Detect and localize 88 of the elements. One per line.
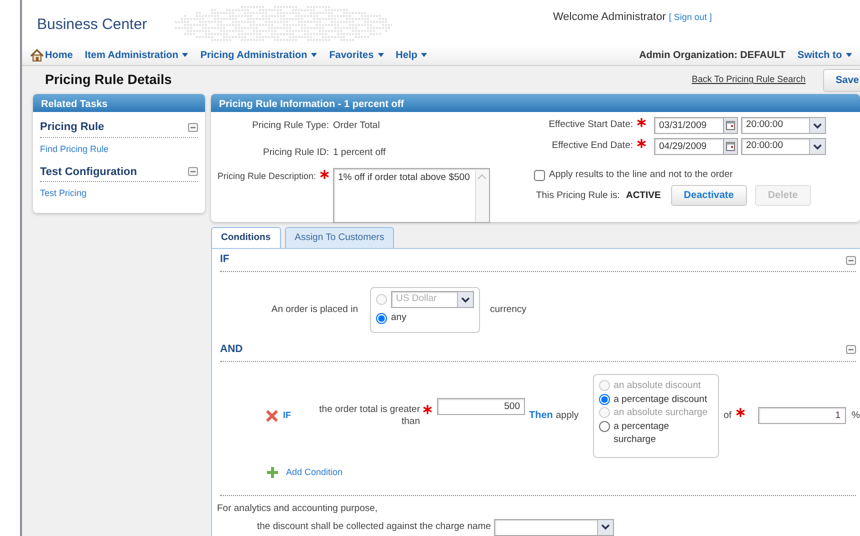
section-title: IF: [220, 252, 230, 268]
charge-text: For analytics and accounting purpose,: [217, 502, 378, 516]
radio-label: an absolute discount: [614, 380, 701, 393]
radio-label: a percentage surcharge: [614, 421, 670, 447]
delete-icon: [266, 410, 278, 422]
task-link[interactable]: Test Pricing: [40, 187, 87, 200]
caret-icon: [846, 53, 852, 57]
radio-button[interactable]: [376, 312, 387, 324]
then-keyword: Then: [529, 409, 553, 424]
scroll-up-icon: [476, 172, 488, 181]
add-condition-link[interactable]: Add Condition: [267, 466, 357, 480]
collapse-icon: [188, 122, 198, 132]
radio-label: any: [391, 311, 406, 325]
tab[interactable]: Conditions: [211, 227, 281, 248]
field-label: Effective End Date:: [552, 139, 633, 154]
if-keyword: IF: [283, 409, 291, 422]
field-value: 1 percent off: [333, 146, 386, 160]
condition-label: the order total is greater than: [318, 404, 420, 428]
nav-menu-item[interactable]: Pricing Administration: [200, 48, 318, 62]
collapse-icon: [846, 256, 856, 265]
charge-text: the discount shall be collected against the charge name: [257, 520, 491, 534]
apply-label: apply: [556, 408, 579, 423]
amount-field[interactable]: 500: [437, 398, 525, 416]
group-title: Test Configuration: [40, 164, 137, 180]
caret-icon: [600, 524, 610, 530]
apply-checkbox[interactable]: [534, 170, 545, 181]
page-title: Pricing Rule Details: [45, 70, 172, 89]
action-button[interactable]: Deactivate: [670, 185, 747, 206]
status-label: This Pricing Rule is:: [536, 188, 620, 203]
charge-name-select[interactable]: [494, 518, 614, 536]
field-label: Effective Start Date:: [548, 118, 633, 132]
field-label: Pricing Rule ID:: [263, 146, 329, 160]
required-icon: [637, 139, 646, 148]
radio-button[interactable]: [598, 421, 610, 432]
nav-menu-item[interactable]: Home: [30, 48, 73, 62]
time-select[interactable]: 20:00:00: [741, 138, 826, 155]
condition-suffix: currency: [490, 302, 526, 317]
section-title: AND: [220, 342, 243, 357]
date-field[interactable]: 04/29/2009: [654, 138, 724, 155]
required-icon: [423, 405, 432, 414]
nav-menu-item[interactable]: Favorites: [329, 48, 384, 62]
unit-label: %: [852, 408, 860, 423]
panel-header: Related Tasks: [33, 94, 205, 112]
caret-icon: [182, 53, 188, 57]
of-label: of: [724, 408, 732, 423]
caret-icon: [311, 53, 318, 57]
organization-label: Admin Organization: DEFAULT: [639, 48, 786, 62]
caret-icon: [421, 53, 428, 57]
calendar-icon: [726, 121, 735, 130]
calendar-icon: [726, 142, 735, 151]
caret-icon: [813, 144, 822, 150]
field-label: Pricing Rule Type:: [252, 119, 329, 133]
calendar-button[interactable]: [724, 117, 738, 134]
task-link[interactable]: Find Pricing Rule: [40, 142, 109, 156]
required-icon: [320, 170, 329, 178]
caret-icon: [461, 296, 470, 302]
required-icon: [736, 408, 745, 418]
back-link[interactable]: Back To Pricing Rule Search: [692, 73, 806, 87]
calendar-button[interactable]: [724, 138, 738, 155]
description-field[interactable]: 1% off if order total above $500: [333, 168, 490, 222]
group-title: Pricing Rule: [40, 120, 104, 135]
nav-menu-item[interactable]: Help: [396, 48, 428, 62]
field-value: Order Total: [333, 119, 380, 133]
status-value: ACTIVE: [626, 188, 661, 203]
save-button[interactable]: Save: [822, 68, 860, 92]
switch-to-menu[interactable]: Switch to: [798, 48, 852, 62]
plus-icon: [267, 467, 278, 478]
checkbox-label: Apply results to the line and not to the order: [549, 168, 733, 182]
collapse-icon: [188, 167, 198, 176]
panel-header: Pricing Rule Information - 1 percent off: [211, 94, 860, 112]
collapse-icon: [846, 345, 856, 354]
sign-out-link[interactable]: [ Sign out ]: [668, 12, 712, 22]
caret-icon: [813, 122, 822, 128]
app-title: Business Center: [37, 15, 148, 35]
field-label: Pricing Rule Description:: [217, 170, 316, 183]
required-icon: [637, 118, 646, 128]
time-select[interactable]: 20:00:00: [741, 117, 826, 134]
welcome-text: Welcome Administrator: [553, 11, 666, 23]
condition-label: An order is placed in: [270, 302, 358, 317]
caret-icon: [378, 53, 384, 57]
date-field[interactable]: 03/31/2009: [654, 117, 724, 134]
tab[interactable]: Assign To Customers: [284, 227, 394, 248]
home-icon: [30, 48, 44, 62]
radio-label: a percentage discount: [614, 394, 708, 406]
radio-button[interactable]: [598, 394, 610, 405]
nav-menu-item[interactable]: Item Administration: [84, 48, 188, 62]
radio-label: an absolute surcharge: [614, 407, 708, 420]
percentage-field[interactable]: 1: [758, 407, 846, 424]
